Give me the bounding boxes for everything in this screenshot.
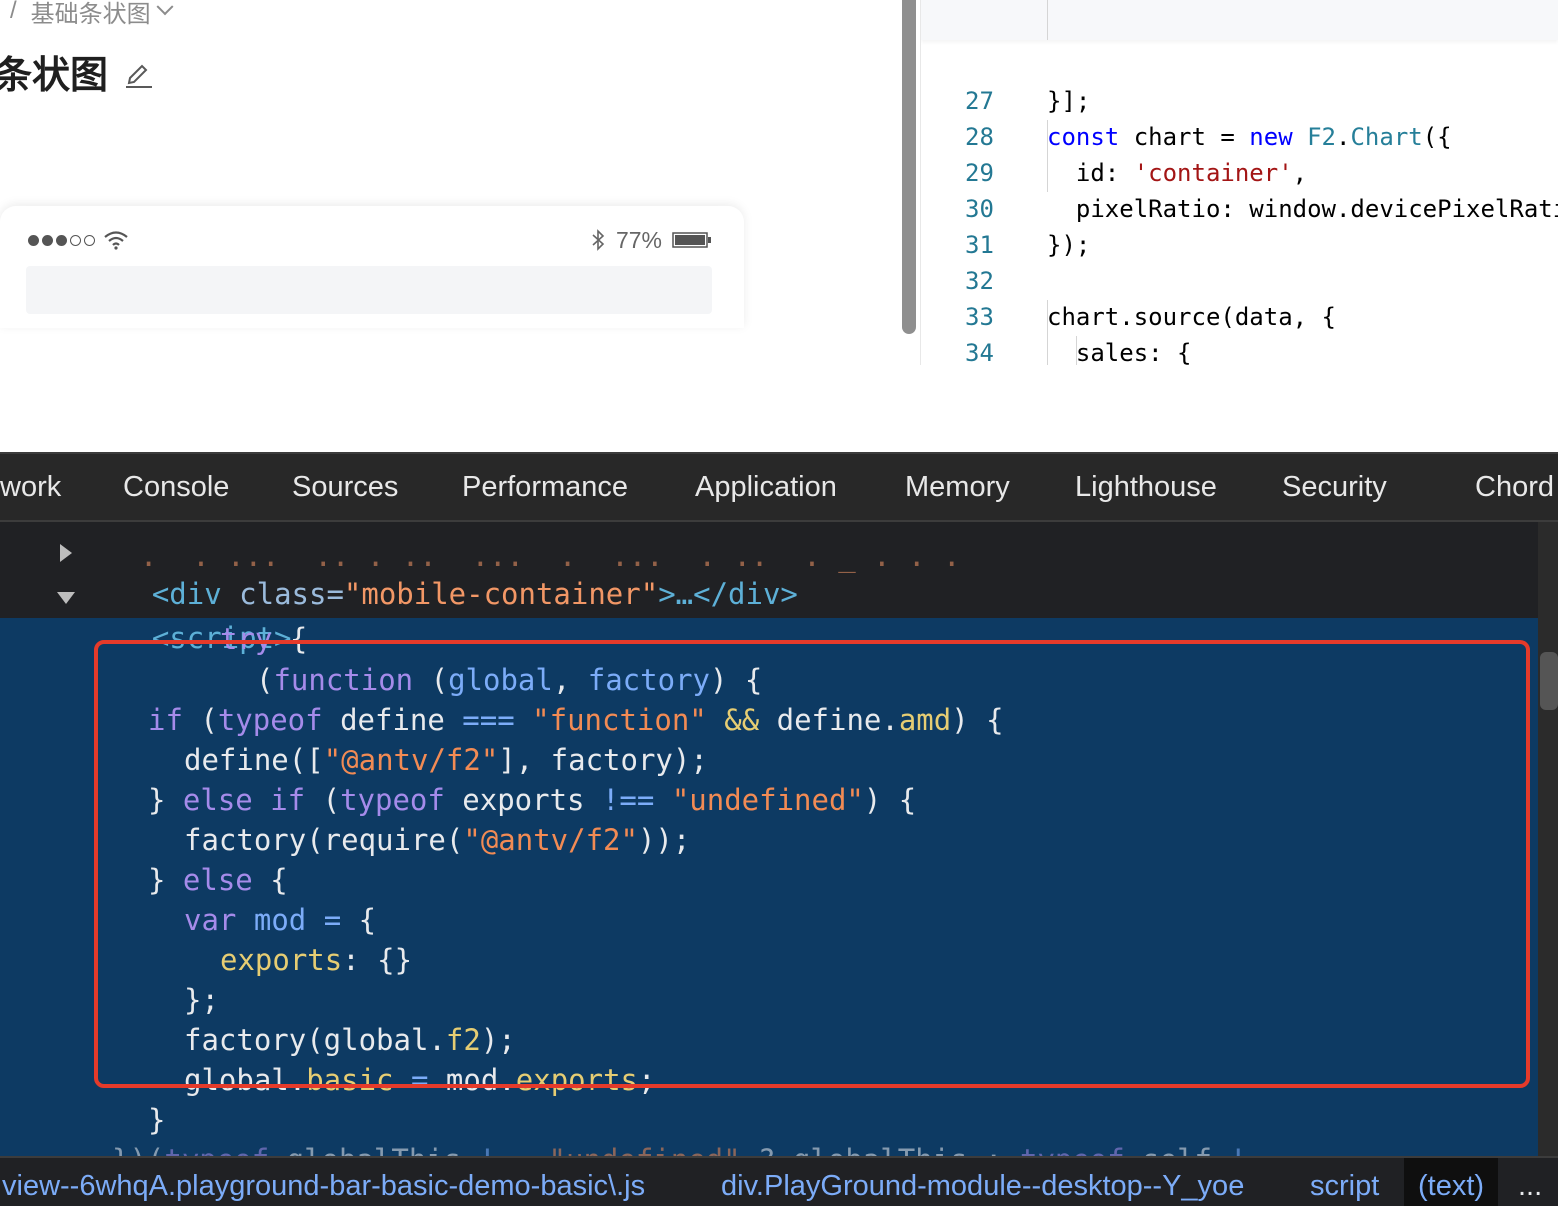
code-editor[interactable]: 27}]; 28 const chart = new F2.Chart({ 29 … [920, 0, 1558, 365]
wifi-icon [104, 231, 128, 250]
annotation-box [94, 640, 1530, 1088]
collapse-arrow-icon[interactable] [57, 592, 75, 604]
code-line: 27}]; [965, 87, 1091, 115]
expand-arrow-icon[interactable] [60, 544, 72, 562]
editor-toolbar [921, 0, 1558, 40]
code-line: 33 chart.source(data, { [965, 303, 1336, 331]
tab-security[interactable]: Security [1282, 454, 1387, 520]
tab-lighthouse[interactable]: Lighthouse [1075, 454, 1217, 520]
devtools-scrollbar-track[interactable] [1538, 522, 1558, 1156]
phone-status-bar: 77% [28, 226, 712, 254]
tab-memory[interactable]: Memory [905, 454, 1010, 520]
script-line: } [148, 1103, 166, 1137]
devtools-scrollbar-thumb[interactable] [1540, 652, 1558, 710]
bluetooth-icon [592, 229, 605, 251]
crumb-view-js[interactable]: view--6whqA.playground-bar-basic-demo-ba… [2, 1158, 645, 1206]
code-line: 32 [965, 267, 994, 295]
tab-performance[interactable]: Performance [462, 454, 628, 520]
signal-icon [28, 234, 95, 246]
phone-address-bar [26, 266, 712, 314]
mobile-preview: 77% [0, 206, 744, 328]
tab-application[interactable]: Application [695, 454, 837, 520]
code-line: 30 pixelRatio: window.devicePixelRati [965, 195, 1558, 223]
crumb-more[interactable]: ... [1518, 1158, 1542, 1206]
code-line: 35 tickCount: 5 [921, 335, 1558, 365]
tab-chord[interactable]: Chord [1475, 454, 1554, 520]
crumb-text[interactable]: (text) [1404, 1158, 1499, 1206]
tab-network[interactable]: work [0, 454, 61, 520]
code-line: 29 id: 'container', [965, 159, 1308, 187]
vertical-scrollbar[interactable] [902, 0, 916, 334]
battery-percent: 77% [615, 226, 662, 253]
breadcrumb-separator: / [10, 0, 17, 24]
breadcrumb: / 基础条状图 [10, 0, 174, 29]
tab-sources[interactable]: Sources [292, 454, 398, 520]
edit-icon[interactable] [122, 56, 154, 88]
chevron-down-icon[interactable] [156, 0, 174, 16]
page-title: 条状图 [0, 53, 109, 97]
code-line: 34 sales: { [965, 339, 1192, 365]
code-line: 31}); [965, 231, 1091, 259]
battery-icon [672, 232, 711, 248]
crumb-script[interactable]: script [1310, 1158, 1379, 1206]
dom-breadcrumb-bar: view--6whqA.playground-bar-basic-demo-ba… [0, 1156, 1558, 1206]
devtools-tab-bar: work Console Sources Performance Applica… [0, 452, 1558, 522]
code-line: 28 const chart = new F2.Chart({ [965, 123, 1452, 151]
crumb-playground-div[interactable]: div.PlayGround-module--desktop--Y_yoe [721, 1158, 1244, 1206]
tab-console[interactable]: Console [123, 454, 229, 520]
script-line: })(typeof globalThis !== "undefined" ? g… [112, 1140, 1282, 1156]
breadcrumb-current[interactable]: 基础条状图 [31, 0, 151, 29]
